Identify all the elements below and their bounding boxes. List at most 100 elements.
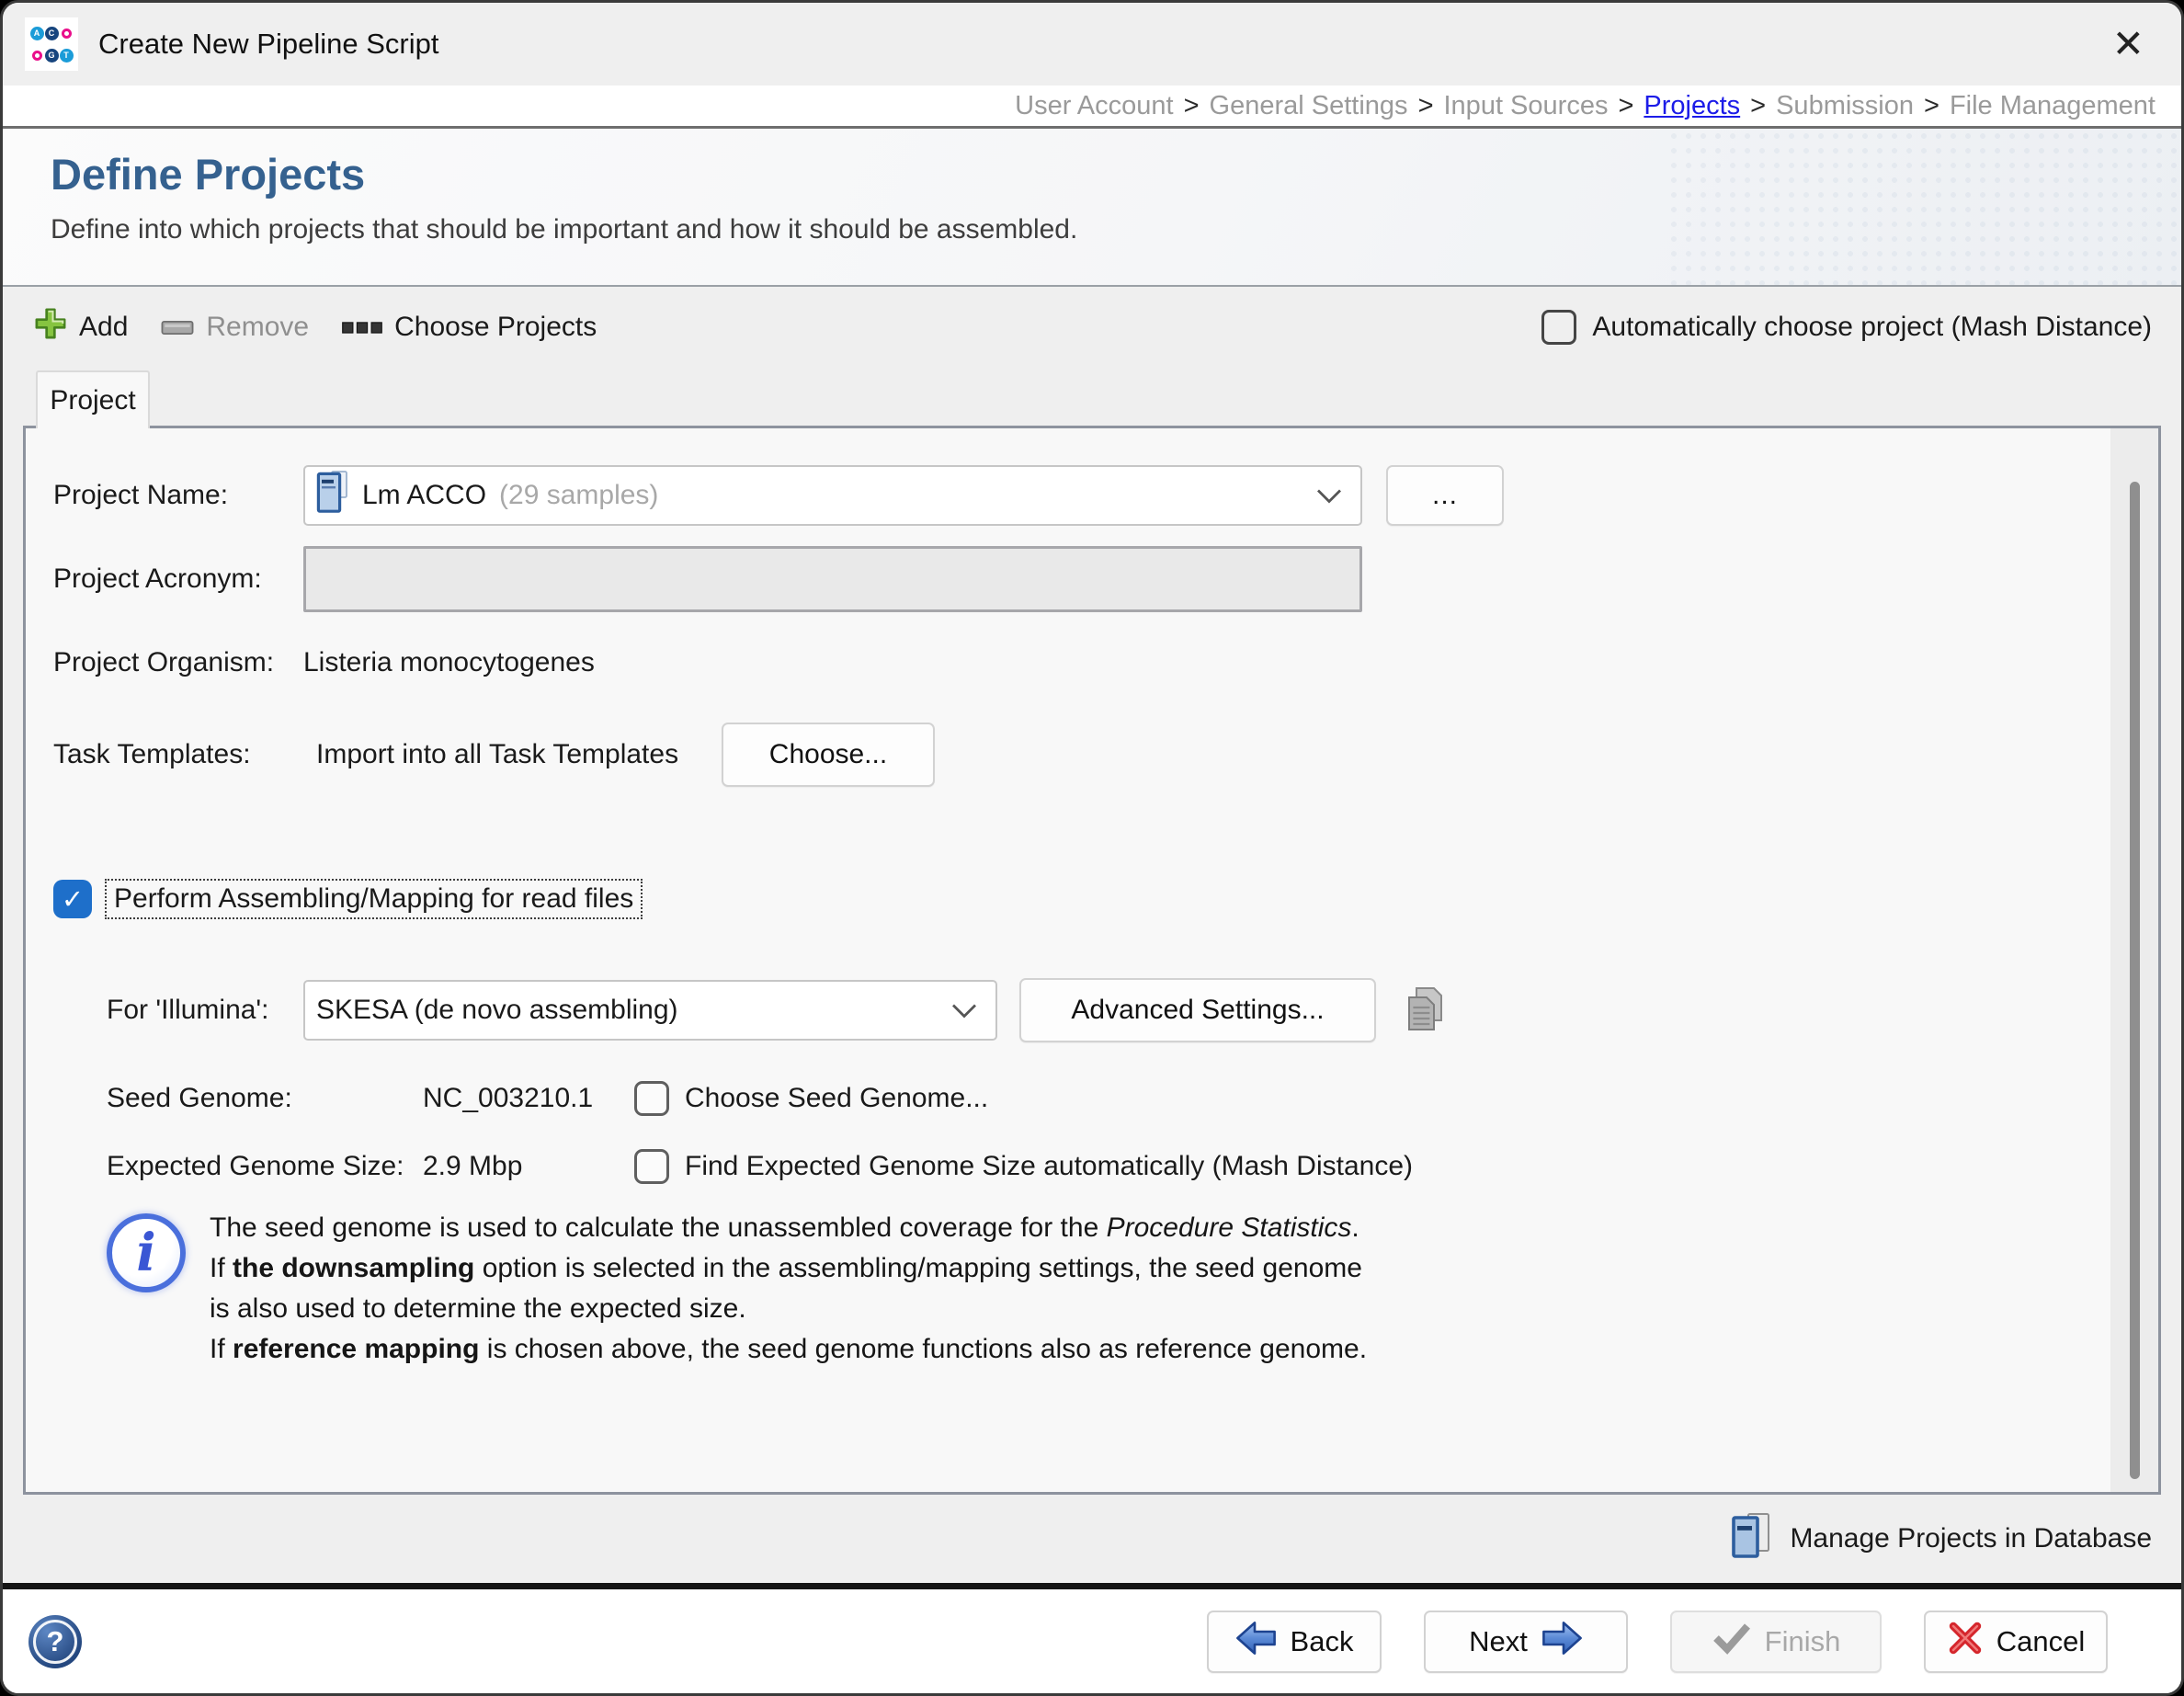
tab-strip: Project xyxy=(3,368,2181,426)
chevron-down-icon xyxy=(951,995,977,1026)
cancel-button[interactable]: Cancel xyxy=(1924,1611,2108,1673)
add-button[interactable]: Add xyxy=(34,307,128,347)
chevron-down-icon xyxy=(1316,480,1342,511)
auto-choose-project-checkbox[interactable]: Automatically choose project (Mash Dista… xyxy=(1541,310,2152,345)
scrollbar-track[interactable] xyxy=(2110,428,2158,1492)
arrow-left-icon xyxy=(1235,1619,1278,1665)
breadcrumb-submission[interactable]: Submission xyxy=(1776,91,1914,121)
finish-label: Finish xyxy=(1765,1625,1841,1658)
check-icon xyxy=(1712,1622,1752,1662)
logo-dot-t: T xyxy=(60,49,74,63)
help-icon[interactable]: ? xyxy=(28,1615,82,1668)
project-organism-value: Listeria monocytogenes xyxy=(303,647,595,678)
task-templates-choose-button[interactable]: Choose... xyxy=(722,723,935,787)
perform-assembling-row: ✓ Perform Assembling/Mapping for read fi… xyxy=(53,879,2158,919)
arrow-right-icon xyxy=(1541,1619,1583,1665)
info-icon: i xyxy=(107,1213,186,1292)
cancel-label: Cancel xyxy=(1996,1625,2086,1658)
breadcrumb-separator: > xyxy=(1618,91,1633,121)
breadcrumb-separator: > xyxy=(1418,91,1434,121)
seed-genome-info-note: i The seed genome is used to calculate t… xyxy=(107,1208,2158,1370)
project-name-row: Project Name: Lm ACCO (29 samples) ... xyxy=(53,465,2158,526)
copy-settings-icon[interactable] xyxy=(1404,985,1448,1035)
project-name-value: Lm ACCO xyxy=(362,480,486,511)
next-label: Next xyxy=(1469,1625,1528,1658)
ellipsis-icon xyxy=(342,312,382,343)
illumina-assembler-dropdown[interactable]: SKESA (de novo assembling) xyxy=(303,980,997,1041)
logo-dot-a: A xyxy=(30,27,44,40)
find-expected-size-label: Find Expected Genome Size automatically … xyxy=(685,1151,1413,1182)
choose-projects-label: Choose Projects xyxy=(394,312,597,343)
breadcrumb-input-sources[interactable]: Input Sources xyxy=(1444,91,1609,121)
choose-seed-genome-label: Choose Seed Genome... xyxy=(685,1083,988,1114)
tab-project[interactable]: Project xyxy=(36,370,150,428)
finish-button[interactable]: Finish xyxy=(1670,1611,1882,1673)
breadcrumb-separator: > xyxy=(1184,91,1200,121)
breadcrumb-separator: > xyxy=(1924,91,1939,121)
project-name-dropdown[interactable]: Lm ACCO (29 samples) xyxy=(303,465,1362,526)
title-bar: A C G T Create New Pipeline Script ✕ xyxy=(3,3,2181,85)
logo-dot-ring xyxy=(62,28,72,39)
illumina-row: For 'Illumina': SKESA (de novo assemblin… xyxy=(107,978,2158,1042)
seed-genome-label: Seed Genome: xyxy=(107,1083,423,1114)
seed-genome-value: NC_003210.1 xyxy=(423,1083,634,1114)
breadcrumb-user-account[interactable]: User Account xyxy=(1015,91,1173,121)
breadcrumb-separator: > xyxy=(1750,91,1766,121)
project-name-sample-count: (29 samples) xyxy=(499,480,658,511)
project-book-icon xyxy=(1731,1511,1773,1566)
breadcrumb-projects-active[interactable]: Projects xyxy=(1644,91,1740,121)
back-button[interactable]: Back xyxy=(1207,1611,1382,1673)
find-expected-size-checkbox[interactable] xyxy=(634,1149,669,1184)
logo-dot-ring xyxy=(32,51,42,61)
window-title: Create New Pipeline Script xyxy=(98,28,438,61)
logo-dot-c: C xyxy=(45,27,59,40)
project-organism-label: Project Organism: xyxy=(53,647,303,678)
breadcrumb-general-settings[interactable]: General Settings xyxy=(1210,91,1408,121)
expected-genome-size-row: Expected Genome Size: 2.9 Mbp Find Expec… xyxy=(107,1149,2158,1184)
project-name-label: Project Name: xyxy=(53,480,303,511)
plus-icon xyxy=(34,307,67,347)
task-templates-row: Task Templates: Import into all Task Tem… xyxy=(53,723,2158,787)
remove-label: Remove xyxy=(206,312,309,343)
project-organism-row: Project Organism: Listeria monocytogenes xyxy=(53,647,2158,678)
seed-genome-row: Seed Genome: NC_003210.1 Choose Seed Gen… xyxy=(107,1081,2158,1116)
add-label: Add xyxy=(79,312,128,343)
choose-projects-button[interactable]: Choose Projects xyxy=(342,312,597,343)
page-subtitle: Define into which projects that should b… xyxy=(51,214,2181,245)
app-logo-icon: A C G T xyxy=(25,17,78,71)
next-button[interactable]: Next xyxy=(1424,1611,1628,1673)
separator xyxy=(3,1583,2181,1589)
scrollbar-thumb[interactable] xyxy=(2130,482,2140,1479)
checkbox-checked[interactable]: ✓ xyxy=(53,880,92,918)
breadcrumb-file-management[interactable]: File Management xyxy=(1950,91,2156,121)
task-templates-label: Task Templates: xyxy=(53,739,303,770)
x-icon xyxy=(1947,1620,1984,1664)
wizard-button-bar: ? Back Next Finish Cancel xyxy=(3,1589,2181,1693)
logo-dot-g: G xyxy=(45,49,59,63)
project-acronym-label: Project Acronym: xyxy=(53,563,303,595)
page-header: Define Projects Define into which projec… xyxy=(3,129,2181,287)
auto-choose-project-label: Automatically choose project (Mash Dista… xyxy=(1592,312,2152,343)
manage-projects-button[interactable]: Manage Projects in Database xyxy=(1731,1511,2152,1566)
breadcrumb: User Account > General Settings > Input … xyxy=(3,85,2181,129)
project-name-more-button[interactable]: ... xyxy=(1386,465,1504,526)
checkbox-unchecked[interactable] xyxy=(1541,310,1576,345)
project-settings-panel: Project Name: Lm ACCO (29 samples) ... P… xyxy=(23,426,2161,1495)
footer-strip: Manage Projects in Database xyxy=(3,1495,2181,1583)
advanced-settings-button[interactable]: Advanced Settings... xyxy=(1019,978,1376,1042)
task-templates-value: Import into all Task Templates xyxy=(303,739,722,770)
manage-projects-label: Manage Projects in Database xyxy=(1790,1523,2152,1554)
choose-seed-genome-checkbox[interactable] xyxy=(634,1081,669,1116)
close-icon[interactable]: ✕ xyxy=(2103,25,2154,63)
illumina-assembler-value: SKESA (de novo assembling) xyxy=(316,995,678,1026)
project-acronym-input[interactable] xyxy=(303,546,1362,612)
project-toolbar: Add Remove Choose Projects Automatically… xyxy=(3,287,2181,368)
page-title: Define Projects xyxy=(51,129,2181,199)
expected-genome-size-label: Expected Genome Size: xyxy=(107,1151,423,1182)
remove-button[interactable]: Remove xyxy=(161,312,309,343)
perform-assembling-label[interactable]: Perform Assembling/Mapping for read file… xyxy=(105,879,643,919)
info-note-text: The seed genome is used to calculate the… xyxy=(210,1208,1367,1370)
project-acronym-row: Project Acronym: xyxy=(53,546,2158,612)
create-pipeline-dialog: A C G T Create New Pipeline Script ✕ Use… xyxy=(0,0,2184,1696)
project-file-icon xyxy=(316,470,349,521)
